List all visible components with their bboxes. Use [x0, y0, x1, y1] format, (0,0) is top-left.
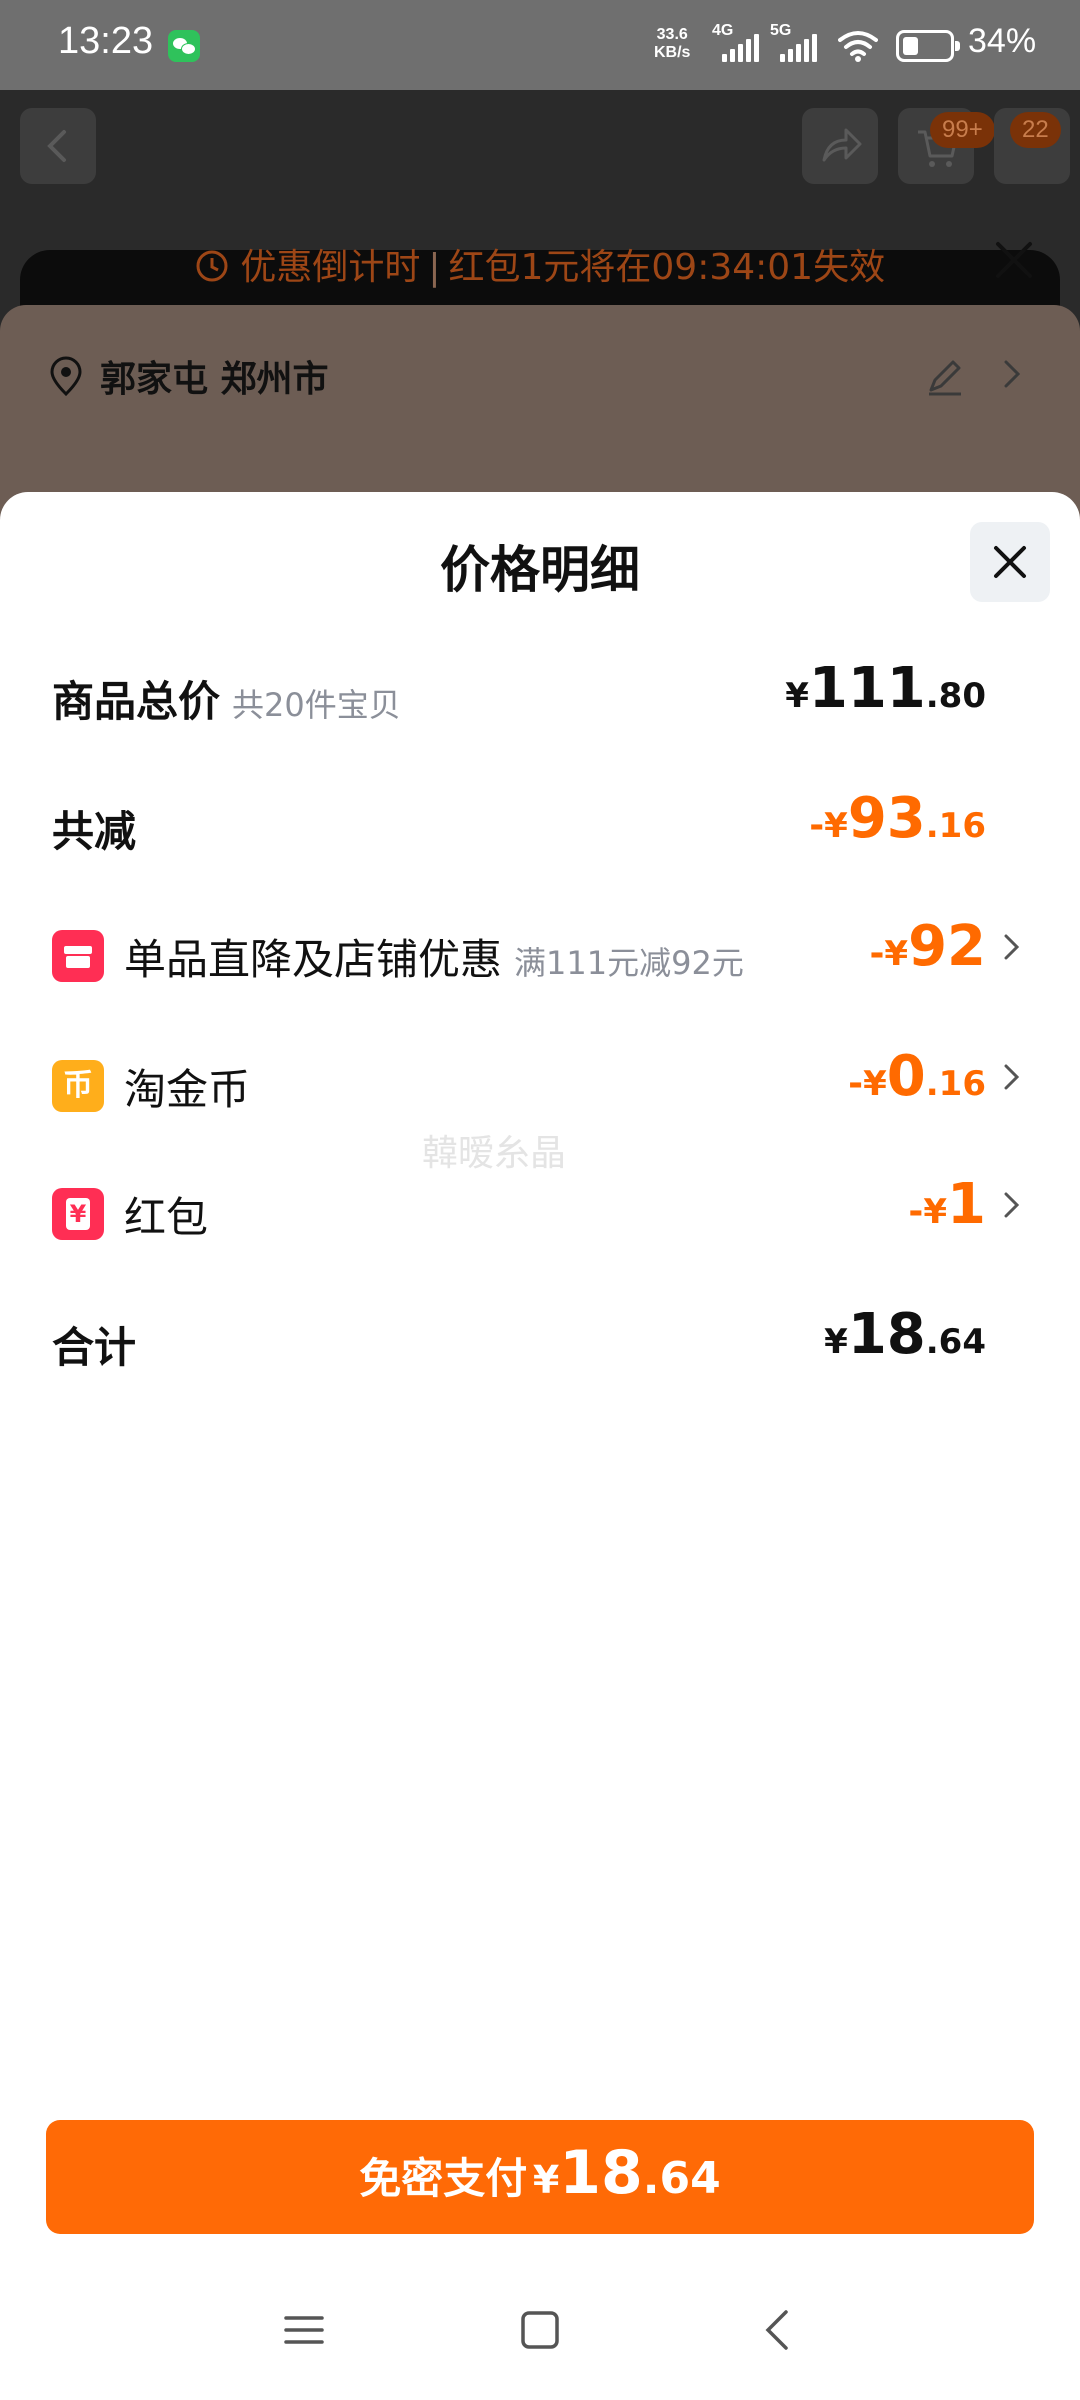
subtotal-amount: ¥111.80	[785, 656, 986, 721]
back-button[interactable]	[20, 108, 96, 184]
back-arrow-icon	[47, 130, 66, 162]
total-label: 合计	[52, 1323, 137, 1372]
chevron-right-icon	[1004, 1192, 1020, 1218]
chevron-right-icon	[1004, 1064, 1020, 1090]
total-discount-label: 共减	[52, 807, 137, 856]
red-packet-icon: ¥	[52, 1188, 104, 1240]
battery-icon	[896, 30, 960, 62]
delivery-address[interactable]: 郭家屯 郑州市	[48, 350, 329, 402]
share-icon	[822, 128, 862, 162]
sheet-close-button[interactable]	[970, 522, 1050, 602]
coin-icon: 币	[52, 1060, 104, 1112]
red-packet-label: 红包	[124, 1193, 209, 1242]
total-discount-row: 共减 -¥93.16	[52, 786, 1022, 866]
coupon-countdown-banner: 优惠倒计时 | 红包1元将在09:34:01失效	[0, 238, 1080, 290]
network-speed: 33.6 KB/s	[654, 26, 691, 61]
wifi-icon	[838, 31, 878, 62]
item-count: 共20件宝贝	[232, 686, 401, 724]
subtotal-label: 商品总价 共20件宝贝	[52, 677, 401, 726]
close-icon	[994, 546, 1026, 578]
signal-4g-icon	[722, 34, 762, 62]
store-icon	[52, 930, 104, 982]
menu-icon[interactable]	[284, 2310, 324, 2350]
location-pin-icon	[50, 356, 82, 396]
signal-5g-icon	[780, 34, 820, 62]
total-discount-amount: -¥93.16	[809, 786, 986, 851]
clock-icon	[196, 250, 228, 282]
banner-close-icon[interactable]	[990, 236, 1038, 284]
address-text: 郭家屯 郑州市	[100, 359, 329, 400]
battery-percent: 34%	[968, 22, 1037, 60]
pay-button[interactable]: 免密支付 ¥18.64	[46, 2120, 1034, 2234]
system-nav-bar	[0, 2280, 1080, 2400]
sheet-title: 价格明细	[440, 541, 640, 599]
total-row: 合计 ¥18.64	[52, 1302, 1022, 1382]
chevron-right-icon	[1004, 934, 1020, 960]
shop-discount-row[interactable]: 单品直降及店铺优惠 满111元减92元 -¥92	[52, 914, 1022, 994]
total-amount: ¥18.64	[824, 1302, 986, 1367]
shop-discount-rule: 满111元减92元	[514, 944, 744, 982]
share-button[interactable]	[802, 108, 878, 184]
status-time: 13:23	[58, 20, 154, 62]
countdown-text: 红包1元将在09:34:01失效	[448, 247, 886, 288]
home-icon[interactable]	[520, 2310, 560, 2350]
chevron-right-icon	[1004, 360, 1021, 388]
shop-discount-amount: -¥92	[869, 914, 986, 979]
shop-discount-label: 单品直降及店铺优惠 满111元减92元	[124, 935, 744, 984]
taojinbi-label: 淘金币	[124, 1065, 251, 1114]
taojinbi-amount: -¥0.16	[848, 1044, 986, 1109]
message-count-badge: 22	[1010, 112, 1061, 148]
countdown-label: 优惠倒计时	[240, 247, 421, 288]
status-bar: 13:23 33.6 KB/s 4G 5G 34%	[0, 0, 1080, 90]
price-detail-sheet	[0, 492, 1080, 2400]
red-packet-row[interactable]: ¥ 红包 -¥1	[52, 1172, 1022, 1252]
back-icon[interactable]	[758, 2310, 798, 2350]
pay-button-label: 免密支付	[359, 2154, 528, 2203]
watermark-text: 韓暧糸晶	[422, 1133, 567, 1174]
edit-icon[interactable]	[925, 356, 965, 396]
subtotal-row: 商品总价 共20件宝贝 ¥111.80	[52, 656, 1022, 736]
taojinbi-row[interactable]: 币 淘金币 -¥0.16	[52, 1044, 1022, 1124]
cart-count-badge: 99+	[930, 112, 995, 148]
red-packet-amount: -¥1	[908, 1172, 986, 1237]
wechat-notification-icon	[168, 30, 200, 62]
